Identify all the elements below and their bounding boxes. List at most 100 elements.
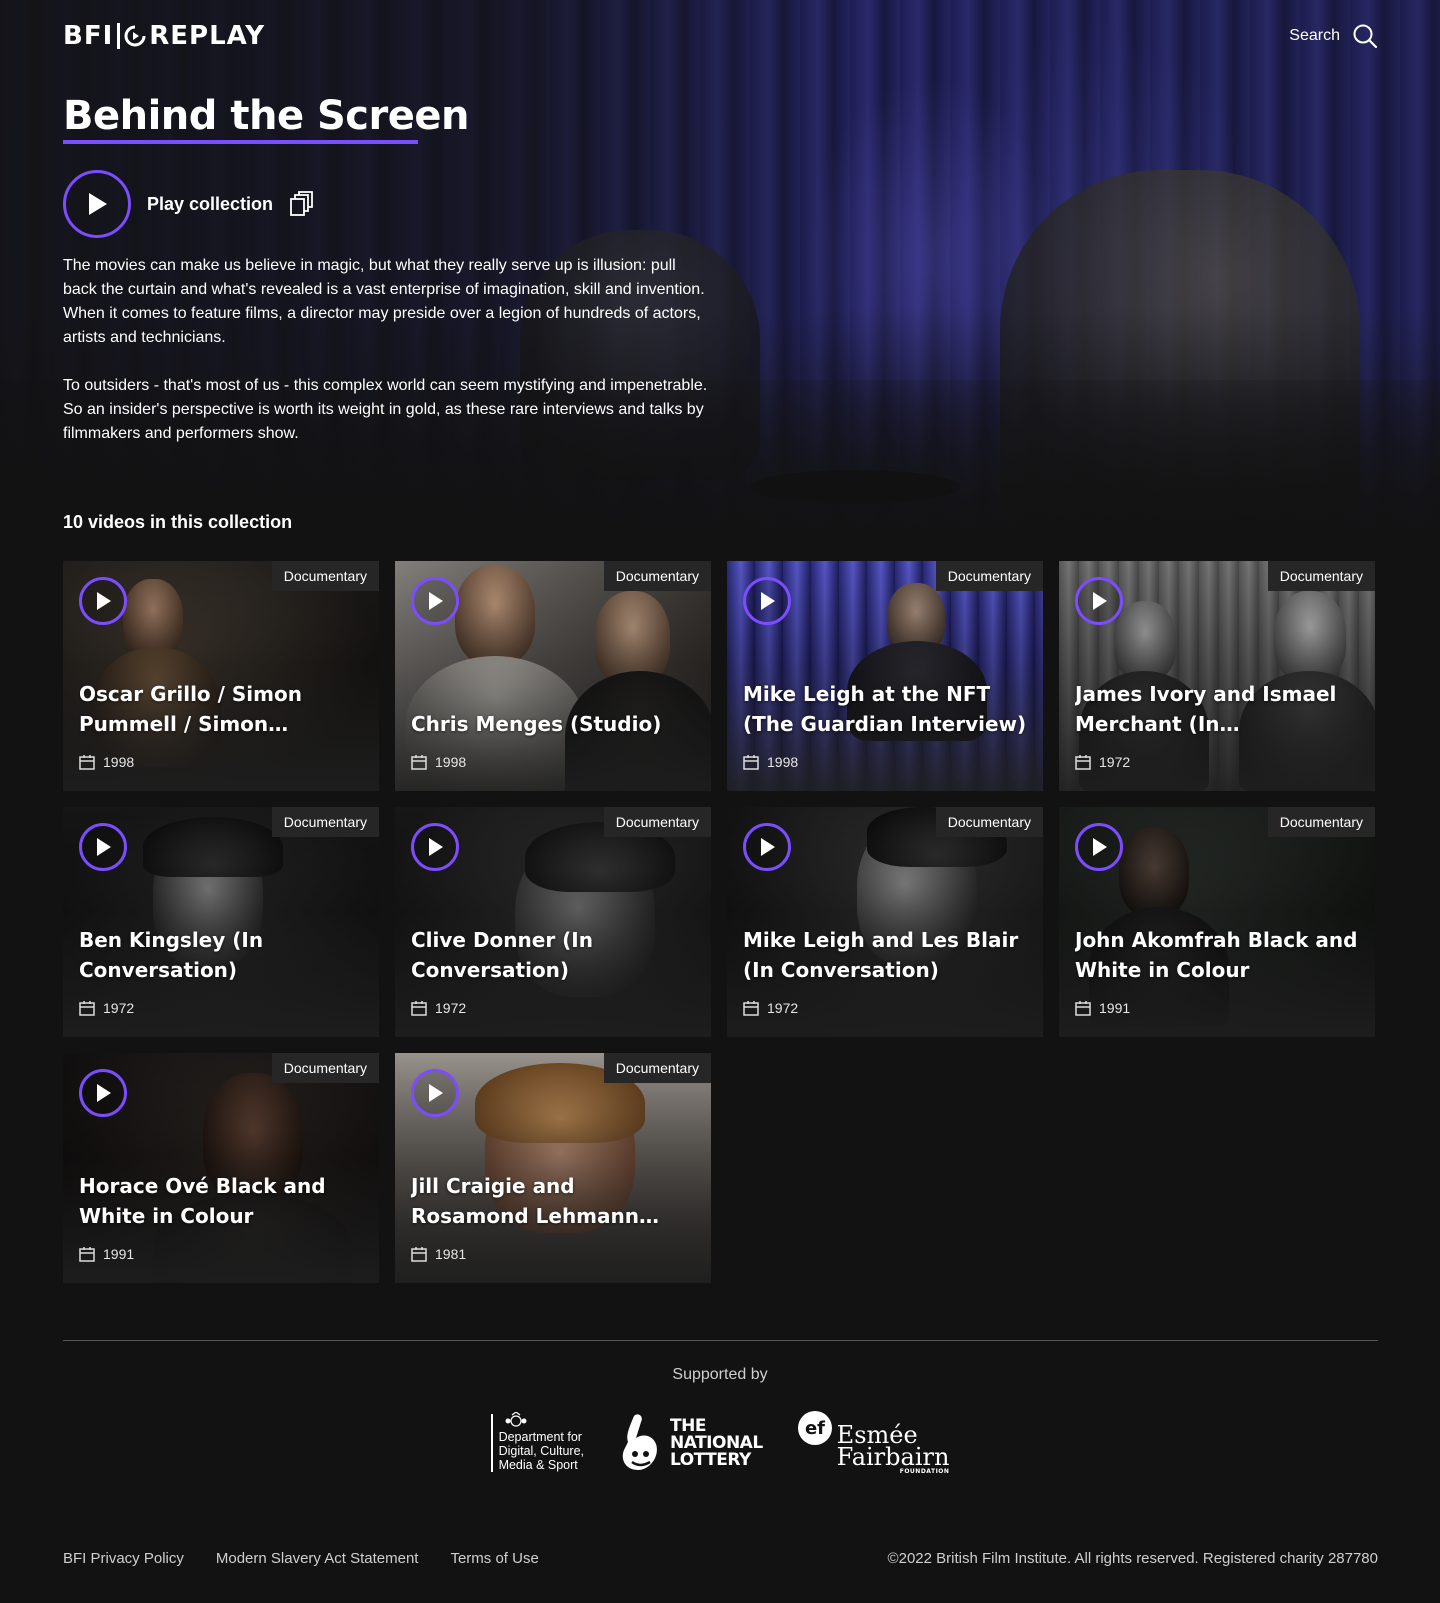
calendar-icon [411,755,427,770]
genre-badge: Documentary [603,561,711,591]
supported-by-heading: Supported by [672,1366,768,1383]
video-year: 1981 [411,1245,466,1263]
video-card[interactable]: Documentary Ben Kingsley (In Conversatio… [63,807,379,1037]
calendar-icon [411,1001,427,1016]
ef-logo-icon: ef [797,1411,832,1445]
privacy-policy-link[interactable]: BFI Privacy Policy [63,1550,184,1567]
video-year-text: 1998 [767,754,799,770]
dcms-line-2: Digital, Culture, [498,1444,585,1458]
video-year: 1998 [411,753,466,771]
genre-badge: Documentary [271,1053,379,1083]
video-year-text: 1991 [1099,1000,1131,1016]
calendar-icon [79,1001,95,1016]
video-title: James Ivory and Ismael Merchant (In Conv… [1075,682,1337,736]
video-title: Oscar Grillo / Simon Pummell / Simon Sch… [79,682,302,736]
dcms-logo[interactable]: Department for Digital, Culture, Media &… [490,1412,585,1472]
video-title: Jill Craigie and Rosamond Lehmann (Live … [411,1174,639,1228]
esmee-fairbairn-logo[interactable]: ef Esmée Fairbairn FOUNDATION [797,1410,950,1476]
video-title: Ben Kingsley (In Conversation) [79,928,264,982]
video-title: Clive Donner (In Conversation) [411,928,593,982]
lottery-line-3: LOTTERY [670,1449,751,1470]
genre-badge: Documentary [271,561,379,591]
calendar-icon [1075,755,1091,770]
search-icon [1353,24,1378,49]
genre-badge: Documentary [935,561,1043,591]
genre-badge: Documentary [603,807,711,837]
video-year-text: 1998 [103,754,135,770]
play-collection-label: Play collection [147,193,274,214]
collection-description: The movies can make us believe in magic,… [63,254,713,446]
play-icon[interactable] [411,823,459,871]
video-year-text: 1972 [103,1000,135,1016]
video-title: Horace Ové Black and White in Colour [79,1174,326,1228]
lottery-crossed-fingers-icon [622,1414,657,1470]
video-card[interactable]: Documentary Horace Ové Black and White i… [63,1053,379,1283]
video-year-text: 1972 [435,1000,467,1016]
sponsor-logos: Department for Digital, Culture, Media &… [0,1408,1440,1478]
genre-badge: Documentary [603,1053,711,1083]
video-year: 1998 [743,753,798,771]
dcms-logo-rule [490,1414,493,1472]
video-year-text: 1981 [435,1246,467,1262]
video-card[interactable]: Documentary Mike Leigh at the NFT (The G… [727,561,1043,791]
terms-of-use-link[interactable]: Terms of Use [450,1550,538,1567]
play-icon[interactable] [411,1069,459,1117]
play-icon[interactable] [1075,823,1123,871]
esmee-line-2: Fairbairn [836,1443,950,1471]
play-icon[interactable] [743,577,791,625]
title-underline [63,140,418,144]
video-year: 1972 [743,999,798,1017]
genre-badge: Documentary [1267,807,1375,837]
dcms-logo-text: Department for Digital, Culture, Media &… [498,1412,585,1472]
calendar-icon [743,1001,759,1016]
dcms-line-1: Department for [498,1430,582,1444]
video-year-text: 1991 [103,1246,135,1262]
play-icon[interactable] [1075,577,1123,625]
video-card[interactable]: Documentary John Akomfrah Black and Whit… [1059,807,1375,1037]
genre-badge: Documentary [271,807,379,837]
video-year: 1972 [1075,753,1130,771]
lottery-logo-text: THE NATIONAL LOTTERY [670,1415,763,1470]
video-year: 1972 [79,999,134,1017]
video-count-heading: 10 videos in this collection [63,512,293,532]
dcms-line-3: Media & Sport [498,1458,578,1472]
video-card[interactable]: Documentary Chris Menges (Studio) 1998 [395,561,711,791]
bfi-replay-logo[interactable]: BFI REPLAY [63,21,266,51]
logo-text-replay: REPLAY [149,21,266,51]
video-year-text: 1998 [435,754,467,770]
video-card[interactable]: Documentary Jill Craigie and Rosamond Le… [395,1053,711,1283]
calendar-icon [743,755,759,770]
modern-slavery-link[interactable]: Modern Slavery Act Statement [216,1550,419,1567]
search-button[interactable]: Search [1289,22,1378,50]
play-icon [63,170,131,238]
video-title: John Akomfrah Black and White in Colour [1075,928,1358,982]
calendar-icon [1075,1001,1091,1016]
video-title: Mike Leigh at the NFT (The Guardian Inte… [743,682,1027,736]
video-year-text: 1972 [1099,754,1131,770]
lottery-line-1: THE [670,1415,706,1436]
page-title: Behind the Screen [63,93,469,139]
calendar-icon [79,755,95,770]
play-icon[interactable] [743,823,791,871]
calendar-icon [79,1247,95,1262]
play-icon[interactable] [411,577,459,625]
esmee-logo-text: Esmée Fairbairn FOUNDATION [837,1410,950,1476]
logo-text-bfi: BFI [63,21,114,51]
description-paragraph-1: The movies can make us believe in magic,… [63,257,705,346]
play-icon[interactable] [79,1069,127,1117]
play-icon[interactable] [79,823,127,871]
national-lottery-logo[interactable]: THE NATIONAL LOTTERY [618,1412,763,1474]
video-card[interactable]: Documentary James Ivory and Ismael Merch… [1059,561,1375,791]
video-card[interactable]: Documentary Mike Leigh and Les Blair (In… [727,807,1043,1037]
genre-badge: Documentary [935,807,1043,837]
video-year: 1991 [79,1245,134,1263]
description-paragraph-2: To outsiders - that's most of us - this … [63,377,708,442]
video-year: 1991 [1075,999,1130,1017]
play-icon[interactable] [79,577,127,625]
video-year: 1998 [79,753,134,771]
video-year-text: 1972 [767,1000,799,1016]
video-card[interactable]: Documentary Oscar Grillo / Simon Pummell… [63,561,379,791]
play-collection-button[interactable]: Play collection [63,170,313,238]
video-card[interactable]: Documentary Clive Donner (In Conversatio… [395,807,711,1037]
video-year: 1972 [411,999,466,1017]
